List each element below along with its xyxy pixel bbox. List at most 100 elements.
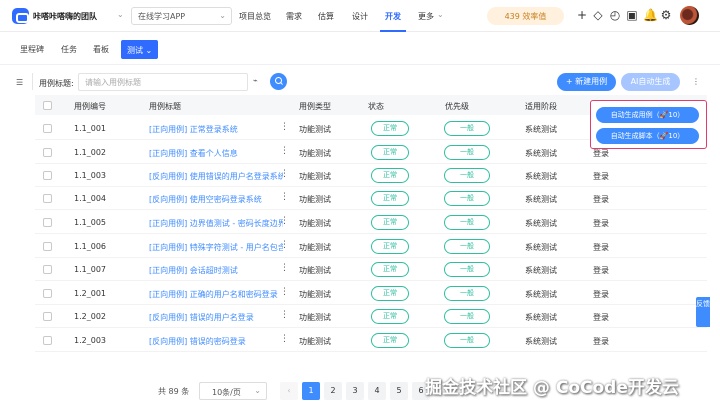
- layers-icon[interactable]: ◇: [592, 8, 604, 22]
- nav-overview[interactable]: 项目总览: [239, 11, 271, 22]
- table-row[interactable]: 1.1_007 [正向用例] 会话超时测试 ⋮ 功能测试 正常 一般 系统测试 登录: [35, 258, 707, 281]
- status-badge[interactable]: 正常: [371, 191, 409, 206]
- priority-badge[interactable]: 一般: [444, 121, 490, 136]
- status-badge[interactable]: 正常: [371, 215, 409, 230]
- table-row[interactable]: 1.1_006 [正向用例] 特殊字符测试 - 用户名包含特殊字符⋮ 功能测试 正常 一…: [35, 235, 707, 258]
- row-checkbox[interactable]: [43, 336, 52, 345]
- efficiency-points[interactable]: 439 效率值: [487, 7, 564, 25]
- priority-badge[interactable]: 一般: [444, 191, 490, 206]
- chevron-down-icon[interactable]: ⌄: [437, 10, 444, 19]
- status-badge[interactable]: 正常: [371, 239, 409, 254]
- tab-board[interactable]: 看板: [93, 44, 109, 55]
- row-checkbox[interactable]: [43, 148, 52, 157]
- tab-task[interactable]: 任务: [61, 44, 77, 55]
- page-size-select[interactable]: 10条/页 ⌄: [199, 382, 267, 400]
- collapse-sidebar-icon[interactable]: ☰: [16, 78, 23, 87]
- row-checkbox[interactable]: [43, 124, 52, 133]
- table-row[interactable]: 1.2_003 [反向用例] 错误的密码登录 ⋮ 功能测试 正常 一般 系统测试 登录: [35, 329, 707, 352]
- priority-badge[interactable]: 一般: [444, 262, 490, 277]
- auto-generate-cases-button[interactable]: 自动生成用例（🚀10）: [596, 107, 699, 123]
- row-menu-icon[interactable]: ⋮: [280, 122, 289, 132]
- bell-icon[interactable]: 🔔: [643, 8, 658, 22]
- chevron-down-icon[interactable]: ⌄: [117, 10, 124, 19]
- case-title[interactable]: [正向用例] 特殊字符测试 - 用户名包含特殊字符: [149, 242, 283, 253]
- priority-badge[interactable]: 一般: [444, 239, 490, 254]
- row-checkbox[interactable]: [43, 218, 52, 227]
- ai-generate-button[interactable]: AI自动生成: [621, 73, 680, 91]
- case-title-input[interactable]: 请输入用例标题: [78, 73, 248, 91]
- project-name: 在线学习APP: [138, 12, 186, 21]
- nav-requirements[interactable]: 需求: [286, 11, 302, 22]
- table-row[interactable]: 1.1_003 [反向用例] 使用错误的用户名登录系统 ⋮ 功能测试 正常 一般 系统测试 登…: [35, 164, 707, 187]
- nav-design[interactable]: 设计: [352, 11, 368, 22]
- team-name[interactable]: 咔嗒咔嗒嗨的团队: [33, 11, 97, 22]
- case-title[interactable]: [反向用例] 使用错误的用户名登录系统: [149, 171, 283, 182]
- nav-development[interactable]: 开发: [385, 11, 401, 22]
- row-menu-icon[interactable]: ⋮: [280, 192, 289, 202]
- project-select[interactable]: 在线学习APP ⌄: [131, 7, 232, 25]
- priority-badge[interactable]: 一般: [444, 286, 490, 301]
- table-row[interactable]: 1.1_004 [反向用例] 使用空密码登录系统 ⋮ 功能测试 正常 一般 系统测试 登录: [35, 187, 707, 210]
- row-checkbox[interactable]: [43, 265, 52, 274]
- feedback-tab[interactable]: 反馈: [696, 297, 710, 327]
- search-icon[interactable]: [270, 73, 287, 90]
- case-title[interactable]: [正向用例] 边界值测试 - 密码长度边界值: [149, 218, 283, 229]
- more-vertical-icon[interactable]: ⋮: [692, 77, 700, 86]
- row-checkbox[interactable]: [43, 312, 52, 321]
- table-row[interactable]: 1.1_005 [正向用例] 边界值测试 - 密码长度边界值 ⋮ 功能测试 正常 一般 系统…: [35, 211, 707, 234]
- status-badge[interactable]: 正常: [371, 333, 409, 348]
- status-badge[interactable]: 正常: [371, 168, 409, 183]
- avatar[interactable]: [680, 6, 699, 25]
- page-button[interactable]: 5: [390, 382, 408, 400]
- case-title[interactable]: [反向用例] 错误的用户名登录: [149, 312, 283, 323]
- row-checkbox[interactable]: [43, 289, 52, 298]
- tab-test[interactable]: 测试 ⌄: [121, 40, 159, 59]
- new-case-button[interactable]: + 新建用例: [557, 73, 616, 91]
- row-menu-icon[interactable]: ⋮: [280, 287, 289, 297]
- case-title[interactable]: [正向用例] 会话超时测试: [149, 265, 283, 276]
- case-title[interactable]: [正向用例] 查看个人信息: [149, 148, 283, 159]
- settings-icon[interactable]: ⚙: [660, 8, 672, 22]
- row-menu-icon[interactable]: ⋮: [280, 169, 289, 179]
- table-row[interactable]: 1.2_002 [反向用例] 错误的用户名登录 ⋮ 功能测试 正常 一般 系统测试 登录: [35, 305, 707, 328]
- priority-badge[interactable]: 一般: [444, 333, 490, 348]
- tab-milestone[interactable]: 里程碑: [20, 44, 44, 55]
- clear-filter-icon[interactable]: ⌁: [253, 76, 258, 85]
- case-title[interactable]: [反向用例] 使用空密码登录系统: [149, 194, 283, 205]
- case-title[interactable]: [正向用例] 正确的用户名和密码登录: [149, 289, 283, 300]
- priority-badge[interactable]: 一般: [444, 168, 490, 183]
- row-checkbox[interactable]: [43, 242, 52, 251]
- page-button[interactable]: 3: [346, 382, 364, 400]
- plus-icon[interactable]: +: [576, 8, 588, 22]
- row-menu-icon[interactable]: ⋮: [280, 216, 289, 226]
- nav-estimation[interactable]: 估算: [318, 11, 334, 22]
- priority-badge[interactable]: 一般: [444, 309, 490, 324]
- case-title[interactable]: [正向用例] 正常登录系统: [149, 124, 283, 135]
- auto-generate-scripts-button[interactable]: 自动生成脚本（🚀10）: [596, 128, 699, 144]
- status-badge[interactable]: 正常: [371, 309, 409, 324]
- status-badge[interactable]: 正常: [371, 262, 409, 277]
- row-menu-icon[interactable]: ⋮: [280, 240, 289, 250]
- row-checkbox[interactable]: [43, 171, 52, 180]
- status-badge[interactable]: 正常: [371, 286, 409, 301]
- page-button[interactable]: 4: [368, 382, 386, 400]
- row-menu-icon[interactable]: ⋮: [280, 263, 289, 273]
- page-button[interactable]: 2: [324, 382, 342, 400]
- row-menu-icon[interactable]: ⋮: [280, 334, 289, 344]
- page-button[interactable]: 1: [302, 382, 320, 400]
- report-icon[interactable]: ◴: [609, 8, 621, 22]
- row-menu-icon[interactable]: ⋮: [280, 310, 289, 320]
- row-checkbox[interactable]: [43, 194, 52, 203]
- priority-badge[interactable]: 一般: [444, 145, 490, 160]
- calendar-icon[interactable]: ▣: [626, 8, 638, 22]
- row-menu-icon[interactable]: ⋮: [280, 146, 289, 156]
- nav-more[interactable]: 更多: [418, 11, 434, 22]
- table-row[interactable]: 1.2_001 [正向用例] 正确的用户名和密码登录 ⋮ 功能测试 正常 一般 系统测试 登录: [35, 282, 707, 305]
- case-title[interactable]: [反向用例] 错误的密码登录: [149, 336, 283, 347]
- prev-page-icon[interactable]: ‹: [280, 382, 298, 400]
- status-badge[interactable]: 正常: [371, 145, 409, 160]
- case-id: 1.2_003: [74, 336, 106, 345]
- status-badge[interactable]: 正常: [371, 121, 409, 136]
- priority-badge[interactable]: 一般: [444, 215, 490, 230]
- select-all-checkbox[interactable]: [43, 101, 52, 110]
